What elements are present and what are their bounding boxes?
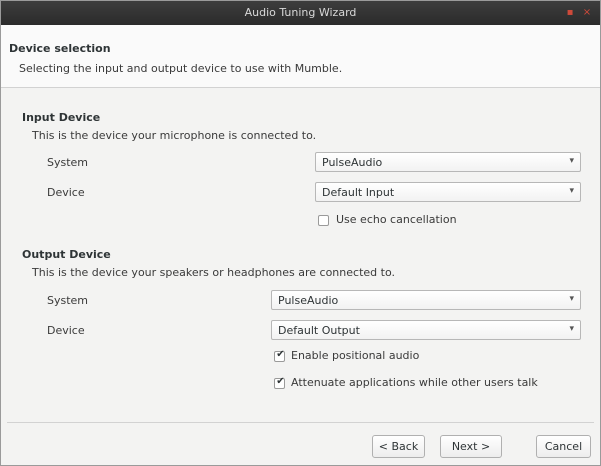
- output-device-value: Default Output: [278, 324, 360, 337]
- input-device-heading: Input Device: [22, 111, 101, 124]
- output-device-description: This is the device your speakers or head…: [32, 266, 395, 279]
- chevron-down-icon: ▾: [569, 294, 574, 304]
- output-device-label: Device: [47, 324, 85, 337]
- echo-cancellation-checkbox[interactable]: [318, 215, 329, 226]
- output-system-label: System: [47, 294, 89, 307]
- chevron-down-icon: ▾: [569, 324, 574, 334]
- back-button[interactable]: < Back: [372, 435, 425, 458]
- input-device-value: Default Input: [322, 186, 395, 199]
- input-device-select[interactable]: Default Input ▾: [315, 182, 581, 202]
- title-bar[interactable]: Audio Tuning Wizard ▪ ×: [1, 1, 600, 26]
- attenuate-applications-label: Attenuate applications while other users…: [291, 376, 538, 389]
- input-system-label: System: [47, 156, 89, 169]
- close-icon[interactable]: ×: [582, 8, 592, 18]
- input-device-description: This is the device your microphone is co…: [32, 129, 317, 142]
- echo-cancellation-label: Use echo cancellation: [336, 213, 457, 226]
- output-system-value: PulseAudio: [278, 294, 339, 307]
- chevron-down-icon: ▾: [569, 156, 574, 166]
- positional-audio-checkbox[interactable]: ✔: [274, 349, 285, 362]
- minimize-icon[interactable]: ▪: [565, 8, 575, 18]
- window-title: Audio Tuning Wizard: [244, 6, 357, 19]
- chevron-down-icon: ▾: [569, 186, 574, 196]
- page-title: Device selection: [9, 42, 111, 55]
- checkmark-icon: ✔: [276, 376, 285, 387]
- footer-divider: [7, 422, 594, 423]
- audio-tuning-wizard-window: Audio Tuning Wizard ▪ × Device selection…: [0, 0, 601, 466]
- wizard-page-header: Device selection Selecting the input and…: [1, 25, 600, 88]
- next-button[interactable]: Next >: [440, 435, 502, 458]
- positional-audio-label: Enable positional audio: [291, 349, 420, 362]
- cancel-button[interactable]: Cancel: [536, 435, 591, 458]
- page-subtitle: Selecting the input and output device to…: [19, 62, 343, 75]
- attenuate-applications-checkbox[interactable]: ✔: [274, 376, 285, 389]
- output-device-select[interactable]: Default Output ▾: [271, 320, 581, 340]
- input-system-value: PulseAudio: [322, 156, 383, 169]
- input-system-select[interactable]: PulseAudio ▾: [315, 152, 581, 172]
- input-device-label: Device: [47, 186, 85, 199]
- output-device-heading: Output Device: [22, 248, 111, 261]
- checkmark-icon: ✔: [276, 349, 285, 360]
- output-system-select[interactable]: PulseAudio ▾: [271, 290, 581, 310]
